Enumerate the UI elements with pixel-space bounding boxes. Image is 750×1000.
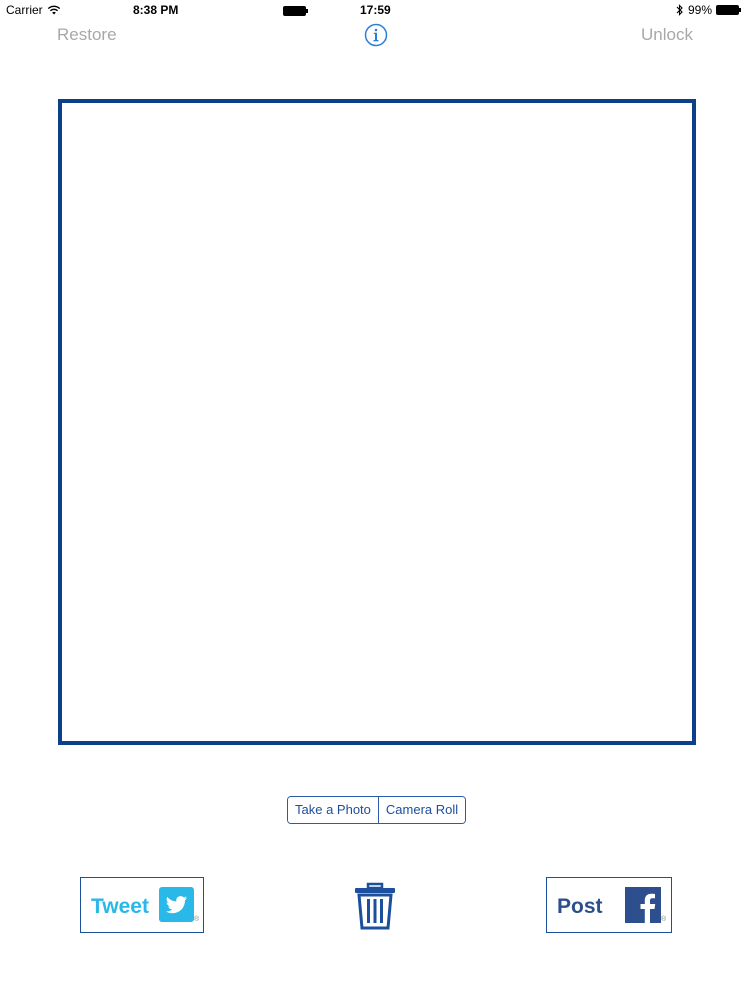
status-bar: Carrier 8:38 PM 17:59 99% (0, 0, 750, 20)
wifi-icon (47, 5, 60, 15)
carrier-label: Carrier (6, 3, 43, 17)
unlock-button[interactable]: Unlock (641, 25, 693, 45)
tweet-label: Tweet (91, 895, 149, 918)
trash-icon[interactable] (353, 882, 397, 930)
photo-source-selector: Take a Photo Camera Roll (287, 796, 467, 824)
camera-roll-button[interactable]: Camera Roll (377, 797, 466, 823)
restore-button[interactable]: Restore (57, 25, 117, 45)
twitter-bird-icon (159, 887, 194, 922)
post-label: Post (557, 895, 603, 918)
screen: Carrier 8:38 PM 17:59 99% Restore Unlock… (0, 0, 750, 1000)
take-photo-button[interactable]: Take a Photo (288, 797, 378, 823)
info-icon[interactable] (364, 23, 388, 47)
battery-icon (716, 5, 741, 15)
battery-icon (283, 5, 309, 19)
status-right-group: 99% (676, 3, 742, 17)
registered-mark: ® (194, 916, 200, 923)
registered-mark: ® (661, 916, 667, 923)
facebook-icon (625, 887, 661, 923)
status-time-center: 17:59 (360, 3, 391, 17)
bluetooth-icon (676, 4, 683, 16)
battery-percent: 99% (687, 3, 712, 17)
photo-frame[interactable] (58, 99, 696, 745)
status-time-left: 8:38 PM (133, 3, 179, 17)
carrier-group: Carrier (6, 3, 61, 17)
tweet-button[interactable]: Tweet ® (80, 877, 204, 933)
post-button[interactable]: Post ® (546, 877, 672, 933)
